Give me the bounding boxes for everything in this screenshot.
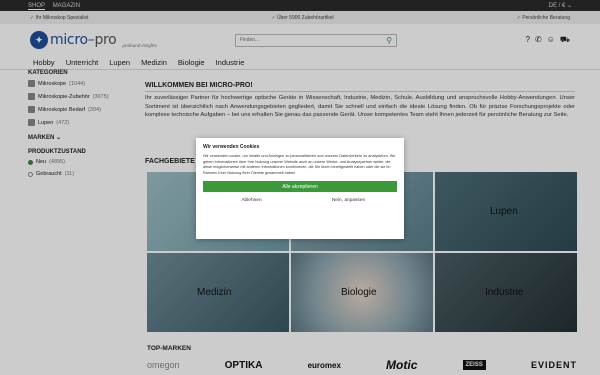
reject-button[interactable]: Ablehnen [203, 195, 300, 205]
cookie-title: Wir verwenden Cookies [203, 144, 260, 150]
cookie-secondary-actions: Ablehnen Nein, anpassen [203, 195, 397, 205]
customize-button[interactable]: Nein, anpassen [300, 195, 397, 205]
cookie-dialog: Wir verwenden Cookies Wir verwenden cook… [196, 138, 404, 239]
accept-all-button[interactable]: Alle akzeptieren [203, 181, 397, 192]
cookie-text: Wir verwenden cookie, um Inhalte und Anz… [203, 154, 396, 175]
